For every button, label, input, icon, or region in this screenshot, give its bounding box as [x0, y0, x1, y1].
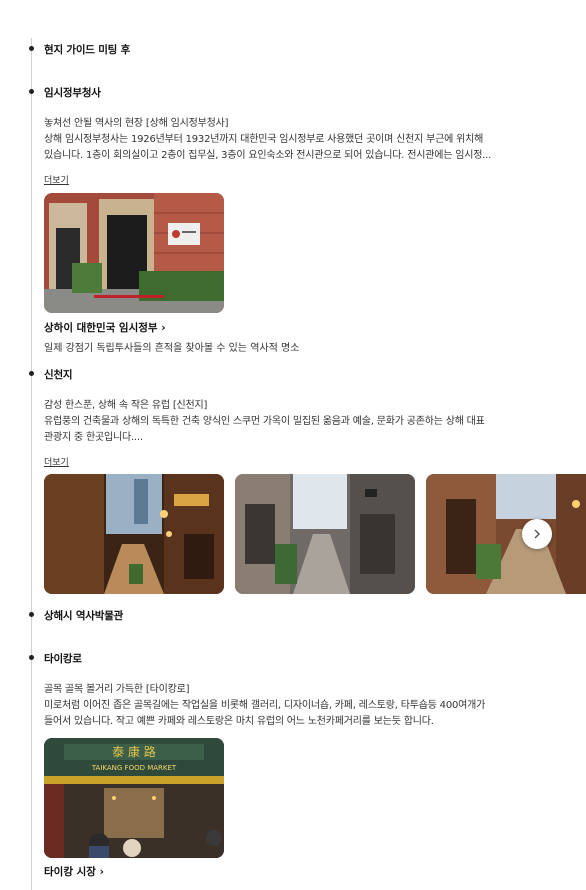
taikang-market-photo[interactable]: 泰 康 路 TAIKANG FOOD MARKET [44, 738, 224, 858]
more-link[interactable]: 더보기 [44, 173, 69, 186]
stop-title-taikang-road: 타이캉로 [44, 653, 82, 665]
more-link[interactable]: 더보기 [44, 455, 69, 468]
chevron-right-icon [534, 529, 540, 539]
photo-strip [44, 193, 586, 313]
building-photo-graphic [44, 193, 224, 313]
photo-strip: 泰 康 路 TAIKANG FOOD MARKET [44, 738, 586, 858]
description-line: 골목 골목 볼거리 가득한 [타이캉로] [44, 684, 190, 695]
timeline-dot [29, 89, 34, 94]
stop-description: 놓쳐선 안될 역사의 현장 [상해 임시정부청사] 상해 임시정부청사는 192… [44, 116, 564, 164]
photo-carousel [44, 474, 586, 594]
description-line: 미로처럼 이어진 좁은 골목길에는 작업실을 비롯해 갤러리, 디자이너숍, 카… [44, 700, 486, 711]
stop-title-history-museum: 상해시 역사박물관 [44, 610, 124, 622]
timeline-dot [29, 655, 34, 660]
xintiandi-photo-2[interactable] [235, 474, 415, 594]
xintiandi-photo-3[interactable] [426, 474, 586, 594]
xintiandi-photo-1[interactable] [44, 474, 224, 594]
alley-photo-graphic [235, 474, 415, 594]
stop-title-provisional-government: 임시정부청사 [44, 87, 101, 99]
provisional-government-photo[interactable] [44, 193, 224, 313]
timeline-dot [29, 46, 34, 51]
stop-description: 골목 골목 볼거리 가득한 [타이캉로] 미로처럼 이어진 좁은 골목길에는 작… [44, 682, 564, 730]
svg-text:泰 康 路: 泰 康 路 [112, 744, 156, 759]
stop-title-xintiandi: 신천지 [44, 369, 73, 381]
description-line: 들어서 있습니다. 작고 예쁜 카페와 레스토랑은 마치 유럽의 어느 노천카페… [44, 716, 434, 727]
carousel-next-button[interactable] [522, 519, 552, 549]
alley-photo-graphic [44, 474, 224, 594]
description-line: 관광지 중 한곳입니다.... [44, 432, 143, 443]
poi-subtitle: 일제 강점기 독립투사들의 흔적을 찾아볼 수 있는 역사적 명소 [44, 343, 300, 354]
stop-description: 감성 한스푼, 상해 속 작은 유럽 [신천지] 유럽풍의 건축물과 상해의 독… [44, 398, 564, 446]
market-photo-graphic: 泰 康 路 TAIKANG FOOD MARKET [44, 738, 224, 858]
poi-link-taikang-market[interactable]: 타이캉 시장 › [44, 864, 104, 879]
description-line: 감성 한스푼, 상해 속 작은 유럽 [신천지] [44, 400, 208, 411]
timeline-line [31, 38, 32, 890]
description-line: 있습니다. 1층이 회의실이고 2층이 집무실, 3층이 요인숙소와 전시관으로… [44, 150, 492, 161]
timeline-dot [29, 371, 34, 376]
alley-photo-graphic [426, 474, 586, 594]
market-sign-text: TAIKANG FOOD MARKET [91, 764, 177, 772]
description-line: 놓쳐선 안될 역사의 현장 [상해 임시정부청사] [44, 118, 229, 129]
timeline-dot [29, 612, 34, 617]
stop-title-meeting: 현지 가이드 미팅 후 [44, 44, 131, 56]
poi-link-provisional-government[interactable]: 상하이 대한민국 임시정부 › [44, 320, 166, 335]
description-line: 상해 임시정부청사는 1926년부터 1932년까지 대한민국 임시정부로 사용… [44, 134, 484, 145]
description-line: 유럽풍의 건축물과 상해의 독특한 건축 양식인 스쿠먼 가옥이 밀집된 옮음과… [44, 416, 485, 427]
